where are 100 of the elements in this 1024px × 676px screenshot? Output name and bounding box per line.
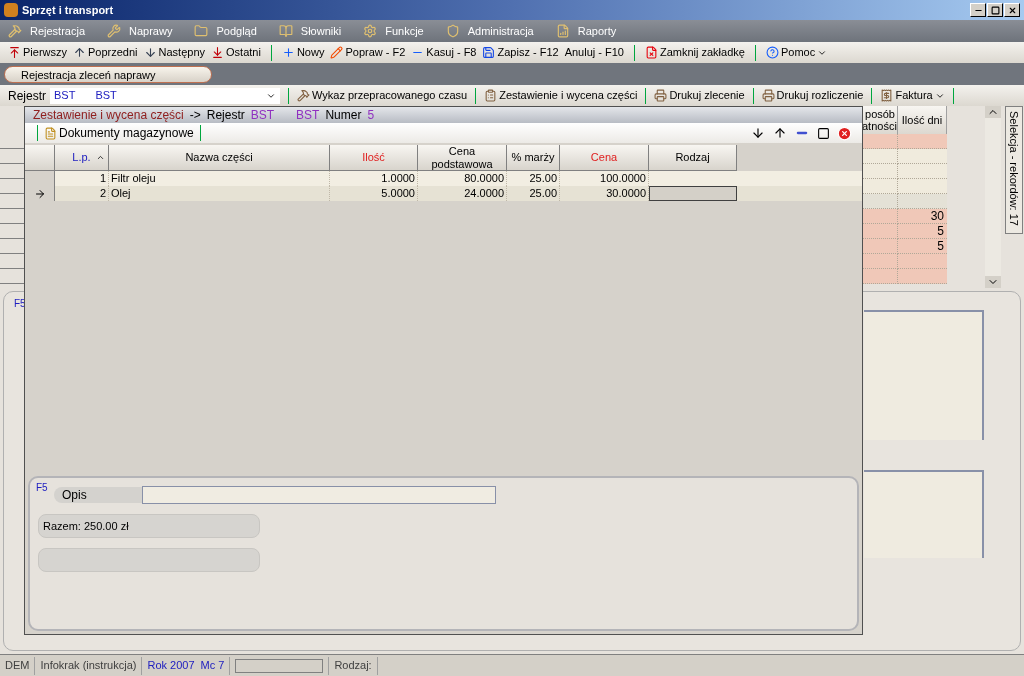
column-header[interactable]: % marży <box>507 145 560 171</box>
arrow-down-to-line-icon <box>211 46 225 59</box>
toolbar-button[interactable]: Popraw - F2 <box>330 44 406 61</box>
table-cell: 2 <box>55 186 109 201</box>
description-label: Opis <box>54 487 142 503</box>
table-cell <box>898 269 947 284</box>
table-cell: 25.00 <box>507 186 560 201</box>
gear-icon <box>363 24 378 38</box>
toolbar-button[interactable]: Następny <box>143 44 206 61</box>
help-icon <box>765 46 779 59</box>
register-label: Rejestr <box>8 87 46 105</box>
number-label: Numer <box>325 107 362 124</box>
printer-icon <box>654 89 668 102</box>
toolbar-button[interactable]: Nowy <box>281 44 325 61</box>
toolbar-button[interactable]: Drukuj zlecenie <box>654 87 745 104</box>
table-cell <box>898 134 947 149</box>
maximize-button[interactable] <box>987 3 1003 17</box>
toolbar-button[interactable]: Kasuj - F8 <box>411 44 477 61</box>
sort-icon <box>96 153 105 162</box>
table-cell: 5.0000 <box>330 186 418 201</box>
table-row[interactable]: 1 Filtr oleju 1.0000 80.0000 25.00 100.0000 <box>25 171 862 186</box>
tab[interactable]: Rejestracja zleceń naprawy <box>4 65 212 83</box>
column-header[interactable]: Cena podstawowa <box>418 145 507 171</box>
status-text: Infokrak (instrukcja) <box>40 658 137 674</box>
table-cell <box>898 179 947 194</box>
toolbar-button[interactable]: Ostatni <box>211 44 261 61</box>
table-row[interactable]: 2 Olej 5.0000 24.0000 25.00 30.0000 <box>25 186 862 201</box>
column-header: Ilość dni <box>898 106 947 134</box>
receipt-icon <box>880 89 894 102</box>
toolbar-button[interactable]: Dokumenty magazynowe <box>44 124 194 142</box>
menu-item[interactable]: Rejestracja <box>8 22 86 40</box>
cell-editor[interactable] <box>649 186 737 201</box>
table-cell <box>898 164 947 179</box>
app-icon <box>4 3 18 17</box>
row-pointer-icon <box>33 187 46 200</box>
toolbar-button[interactable]: Wykaz przepracowanego czasu <box>297 87 468 104</box>
menu-item[interactable]: Podgląd <box>194 22 257 40</box>
toolbar-button[interactable]: Anuluj - F10 <box>564 44 624 61</box>
report-icon <box>555 24 570 38</box>
toolbar-button[interactable]: Poprzedni <box>73 44 138 61</box>
toolbar-button[interactable]: Zapisz - F12 <box>482 44 559 61</box>
table-cell: 30 <box>898 209 947 224</box>
status-text: Mc 7 <box>200 658 225 674</box>
save-icon <box>482 46 496 59</box>
breadcrumb-arrow: -> <box>189 107 201 124</box>
toolbar-button[interactable]: Zestawienie i wycena części <box>484 87 638 104</box>
arrow-up-icon <box>73 46 86 59</box>
menu-item[interactable]: Raporty <box>555 22 617 40</box>
description-field[interactable] <box>142 486 496 504</box>
column-header[interactable]: Cena <box>560 145 649 171</box>
close-icon[interactable] <box>837 125 852 141</box>
register-code: BST <box>250 107 275 124</box>
toolbar-button[interactable]: Drukuj rozliczenie <box>761 87 864 104</box>
document-icon <box>44 126 57 140</box>
total-text: Razem: 250.00 zł <box>43 518 129 534</box>
wrench-icon <box>107 24 122 38</box>
status-text: DEM <box>5 658 30 674</box>
menu-item[interactable]: Naprawy <box>107 22 173 40</box>
status-text: Rodzaj: <box>334 658 372 674</box>
toolbar-button[interactable]: Pierwszy <box>8 44 67 61</box>
folder-icon <box>194 24 209 38</box>
table-cell: 5 <box>898 224 947 239</box>
table-cell <box>898 149 947 164</box>
column-header[interactable]: Rodzaj <box>649 145 737 171</box>
register-dropdown[interactable]: BST BST <box>50 87 280 104</box>
toolbar-button[interactable]: Faktura <box>880 87 945 104</box>
table-cell: 5 <box>898 239 947 254</box>
column-header: posób atności <box>862 106 898 134</box>
panel-label: F5 <box>36 481 48 495</box>
close-button[interactable] <box>1004 3 1020 17</box>
menu-item[interactable]: Funkcje <box>363 22 424 40</box>
clipboard-icon <box>484 89 498 102</box>
maximize-icon[interactable] <box>817 126 830 140</box>
register-label: Rejestr <box>206 107 245 124</box>
column-header[interactable]: L.p. <box>55 145 109 171</box>
column-header[interactable]: Ilość <box>330 145 418 171</box>
register-name: BST <box>296 107 320 124</box>
toolbar-button[interactable]: Pomoc <box>765 44 828 61</box>
table-cell <box>898 194 947 209</box>
plus-icon <box>281 46 295 59</box>
table-cell: 24.0000 <box>418 186 507 201</box>
hammer-icon <box>297 89 310 102</box>
menu-item[interactable]: Administracja <box>445 22 534 40</box>
file-x-icon <box>644 46 658 59</box>
table-cell <box>898 254 947 269</box>
maximize-icon <box>990 5 1000 15</box>
hammer-icon <box>8 24 22 38</box>
minimize-button[interactable] <box>970 3 986 17</box>
close-icon <box>1007 5 1017 15</box>
column-header[interactable]: Nazwa części <box>109 145 330 171</box>
window-title: Sprzęt i transport <box>22 2 114 18</box>
arrow-down-icon <box>143 46 157 59</box>
table-cell: Olej <box>109 186 330 201</box>
shield-icon <box>445 24 460 38</box>
toolbar-button[interactable]: Zamknij zakładkę <box>644 44 745 61</box>
scroll-down-icon <box>985 276 1001 288</box>
number-value: 5 <box>367 107 375 124</box>
side-tab[interactable]: Selekcja - rekordów: 17 <box>1005 106 1023 234</box>
pencil-icon <box>330 46 344 59</box>
menu-item[interactable]: Słowniki <box>278 22 342 40</box>
